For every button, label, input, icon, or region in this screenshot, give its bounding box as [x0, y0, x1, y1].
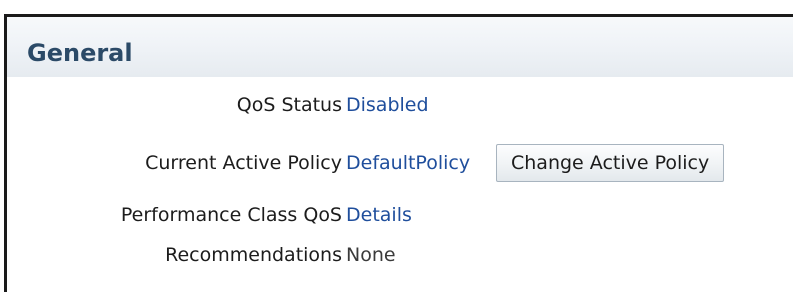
- section-title: General: [27, 39, 133, 67]
- qos-status-link[interactable]: Disabled: [346, 94, 429, 116]
- performance-class-qos-row: Performance Class QoS Details: [7, 199, 793, 229]
- qos-status-row: QoS Status Disabled: [7, 89, 793, 119]
- current-active-policy-row: Current Active Policy DefaultPolicy Chan…: [7, 144, 793, 182]
- change-active-policy-button[interactable]: Change Active Policy: [496, 144, 725, 182]
- current-active-policy-label: Current Active Policy: [145, 152, 342, 174]
- recommendations-label: Recommendations: [165, 244, 342, 266]
- section-header: General: [7, 17, 793, 77]
- current-active-policy-link[interactable]: DefaultPolicy: [346, 152, 470, 174]
- general-panel: General QoS Status Disabled Current Acti…: [4, 14, 793, 292]
- qos-status-label: QoS Status: [236, 94, 342, 116]
- performance-class-qos-details-link[interactable]: Details: [346, 204, 412, 226]
- performance-class-qos-label: Performance Class QoS: [120, 204, 342, 226]
- recommendations-value: None: [346, 244, 396, 266]
- recommendations-row: Recommendations None: [7, 239, 793, 269]
